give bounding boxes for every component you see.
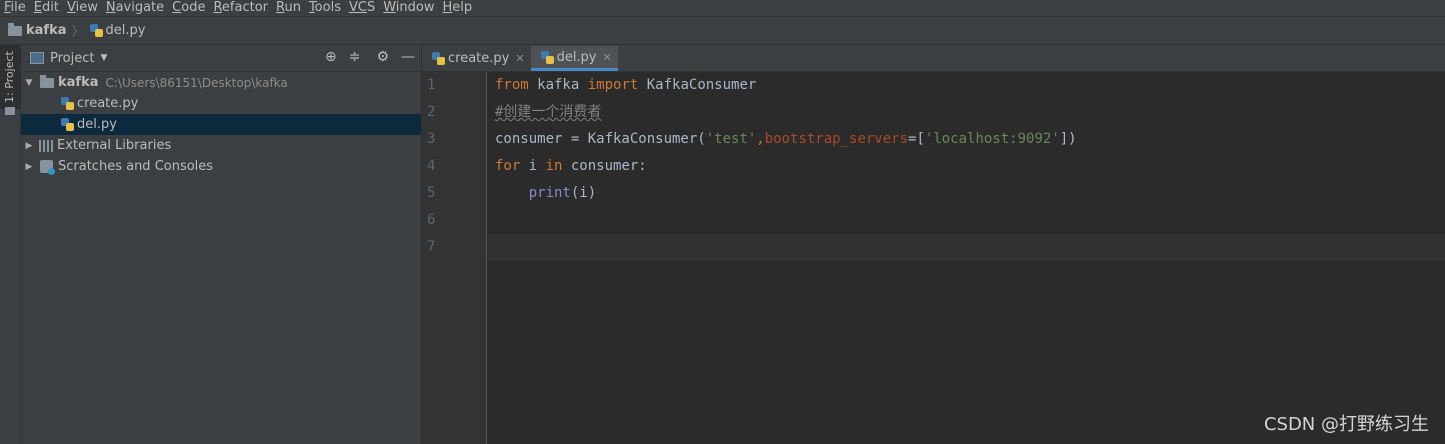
- library-icon: [39, 139, 53, 152]
- python-file-icon: [89, 24, 103, 37]
- breadcrumb-file-label: del.py: [105, 23, 146, 38]
- code-line[interactable]: for i in consumer:: [487, 153, 1445, 180]
- close-icon[interactable]: ✕: [515, 52, 524, 65]
- code-line[interactable]: #创建一个消费者: [487, 99, 1445, 126]
- menu-window[interactable]: Window: [379, 1, 438, 15]
- tab-del-py[interactable]: del.py ✕: [530, 46, 618, 71]
- root-folder-path: C:\Users\86151\Desktop\kafka: [105, 75, 288, 90]
- folder-icon: [5, 107, 15, 115]
- chevron-down-icon[interactable]: ▼: [23, 78, 35, 88]
- menu-file[interactable]: File: [0, 1, 30, 15]
- menu-code[interactable]: Code: [168, 1, 209, 15]
- line-number: 5: [427, 185, 436, 201]
- menu-edit[interactable]: Edit: [30, 1, 63, 15]
- chevron-right-icon[interactable]: ▶: [23, 141, 35, 151]
- line-number: 2: [427, 104, 436, 120]
- watermark: CSDN @打野练习生: [1263, 414, 1429, 435]
- line-number: 3: [427, 131, 436, 147]
- line-number: 1: [427, 77, 436, 93]
- project-view-selector[interactable]: Project: [50, 51, 94, 66]
- breadcrumb-project-label: kafka: [26, 23, 67, 38]
- project-panel: Project ▼ ⊕ ≑ ⚙ — ▼ kafka C:\Users\86151…: [21, 45, 422, 444]
- folder-icon: [40, 74, 54, 88]
- breadcrumb-project[interactable]: kafka: [8, 22, 67, 38]
- breadcrumb-file[interactable]: del.py: [89, 23, 146, 38]
- python-file-icon: [540, 50, 554, 64]
- menu-view[interactable]: View: [63, 1, 102, 15]
- minimize-icon[interactable]: —: [401, 49, 415, 65]
- tree-item-create-py[interactable]: create.py: [21, 93, 421, 114]
- project-panel-header: Project ▼ ⊕ ≑ ⚙ —: [21, 45, 421, 72]
- tree-item-del-py[interactable]: del.py: [21, 114, 421, 135]
- menu-vcs[interactable]: VCS: [345, 1, 379, 15]
- python-file-icon: [61, 97, 74, 110]
- breadcrumb: kafka 〉 del.py: [0, 17, 1445, 45]
- chevron-right-icon: 〉: [71, 25, 85, 40]
- code-line[interactable]: [487, 207, 1445, 234]
- code-line[interactable]: from kafka import KafkaConsumer: [487, 72, 1445, 99]
- line-number: 6: [427, 212, 436, 228]
- tool-window-tab-project[interactable]: 1: Project: [0, 45, 20, 115]
- file-label: create.py: [77, 96, 139, 111]
- collapse-all-icon[interactable]: ≑: [349, 49, 361, 65]
- chevron-down-icon[interactable]: ▼: [100, 53, 107, 63]
- tab-label: del.py: [556, 49, 597, 65]
- file-label: del.py: [77, 117, 117, 132]
- menu-bar: File Edit View Navigate Code Refactor Ru…: [0, 0, 1445, 17]
- close-icon[interactable]: ✕: [603, 51, 612, 64]
- menu-help[interactable]: Help: [439, 1, 477, 15]
- menu-run[interactable]: Run: [272, 1, 305, 15]
- code-line[interactable]: print(i): [487, 180, 1445, 207]
- editor-tab-bar: create.py ✕ del.py ✕: [422, 45, 1445, 72]
- project-view-icon: [30, 52, 44, 64]
- editor: create.py ✕ del.py ✕ 1 2 3 4 5 6 7 from …: [422, 45, 1445, 444]
- folder-icon: [8, 22, 22, 36]
- line-number: 4: [427, 158, 436, 174]
- tool-window-tab-label: 1: Project: [3, 51, 16, 103]
- locate-icon[interactable]: ⊕: [325, 49, 337, 65]
- code-line[interactable]: consumer = KafkaConsumer('test',bootstra…: [487, 126, 1445, 153]
- python-file-icon: [432, 52, 445, 65]
- project-panel-tools: ⊕ ≑ ⚙ —: [325, 49, 415, 65]
- line-number-gutter[interactable]: 1 2 3 4 5 6 7: [422, 72, 487, 444]
- menu-refactor[interactable]: Refactor: [209, 1, 272, 15]
- chevron-right-icon[interactable]: ▶: [23, 162, 35, 172]
- tree-item-external-libraries[interactable]: ▶ External Libraries: [21, 135, 421, 156]
- root-folder-label: kafka: [58, 75, 99, 90]
- menu-navigate[interactable]: Navigate: [102, 1, 168, 15]
- line-number: 7: [427, 239, 436, 255]
- menu-tools[interactable]: Tools: [305, 1, 345, 15]
- code-area[interactable]: from kafka import KafkaConsumer #创建一个消费者…: [487, 72, 1445, 444]
- scratches-label: Scratches and Consoles: [58, 159, 214, 174]
- code-line-current[interactable]: [487, 234, 1445, 261]
- tree-item-scratches[interactable]: ▶ Scratches and Consoles: [21, 156, 421, 177]
- python-file-icon: [61, 118, 74, 131]
- tab-create-py[interactable]: create.py ✕: [422, 46, 531, 71]
- gear-icon[interactable]: ⚙: [376, 49, 389, 65]
- tab-label: create.py: [448, 51, 510, 66]
- external-libraries-label: External Libraries: [57, 138, 172, 153]
- scratches-icon: [40, 160, 55, 175]
- tree-item-root[interactable]: ▼ kafka C:\Users\86151\Desktop\kafka: [21, 72, 421, 93]
